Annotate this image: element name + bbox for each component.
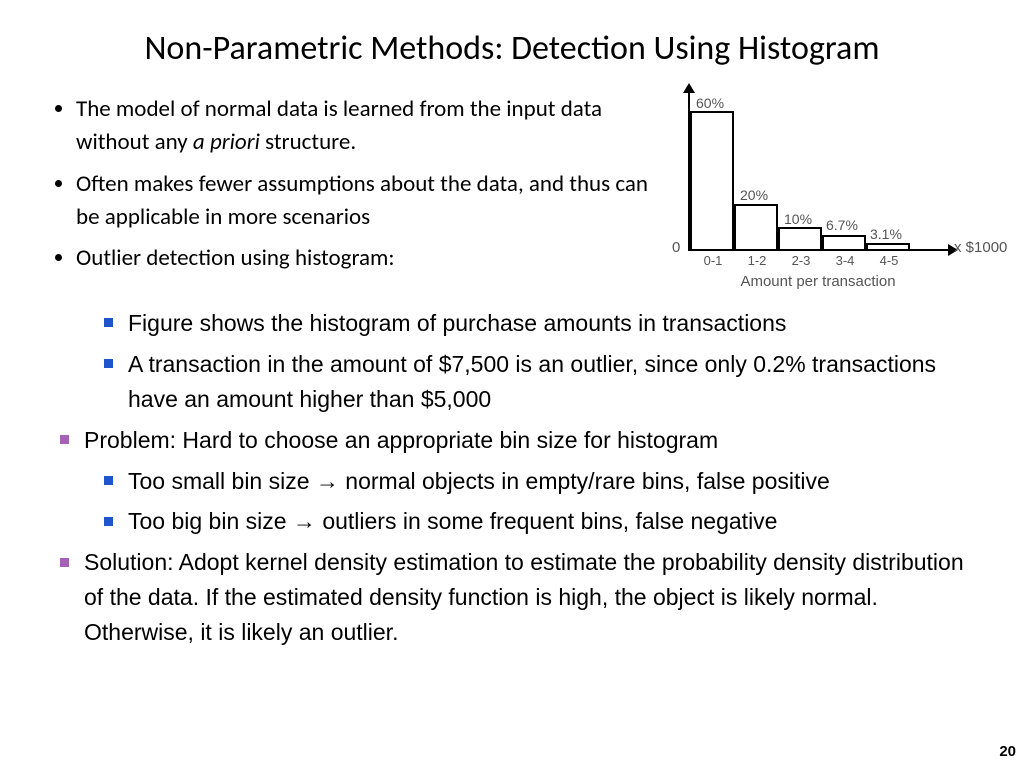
bullet-model-italic: a priori — [193, 128, 260, 156]
slide: Non-Parametric Methods: Detection Using … — [0, 0, 1024, 768]
histogram-chart: 0 x $1000 60% 0-1 20% 1-2 10% 2-3 6.7% 3… — [658, 83, 976, 283]
bar-label-3-4: 6.7% — [826, 217, 858, 233]
solution-kde: Solution: Adopt kernel density estimatio… — [58, 545, 976, 650]
slide-title: Non-Parametric Methods: Detection Using … — [48, 28, 976, 69]
bar-4-5 — [866, 243, 910, 251]
cat-1-2: 1-2 — [740, 253, 774, 268]
sub-outlier-example: A transaction in the amount of $7,500 is… — [102, 347, 976, 417]
cat-3-4: 3-4 — [828, 253, 862, 268]
problem-too-big: Too big bin size → outliers in some freq… — [102, 504, 976, 539]
problem-bin-size: Problem: Hard to choose an appropriate b… — [58, 423, 976, 458]
bar-label-2-3: 10% — [784, 211, 812, 227]
problem-too-small: Too small bin size → normal objects in e… — [102, 464, 976, 499]
bar-3-4 — [822, 235, 866, 251]
bar-2-3 — [778, 227, 822, 251]
bar-0-1 — [690, 111, 734, 251]
top-row: The model of normal data is learned from… — [48, 93, 976, 284]
bullet-model: The model of normal data is learned from… — [76, 93, 652, 160]
y-zero-label: 0 — [672, 239, 680, 256]
bar-1-2 — [734, 204, 778, 251]
y-axis-arrow-icon — [683, 83, 695, 93]
x-unit-label: x $1000 — [954, 239, 1007, 256]
sub-figure-shows: Figure shows the histogram of purchase a… — [102, 306, 976, 341]
cat-2-3: 2-3 — [784, 253, 818, 268]
page-number: 20 — [999, 743, 1016, 760]
bullet-assumptions: Often makes fewer assumptions about the … — [76, 168, 652, 235]
body-bullets: Figure shows the histogram of purchase a… — [48, 306, 976, 651]
top-bullets: The model of normal data is learned from… — [48, 93, 658, 284]
chart-xlabel: Amount per transaction — [718, 273, 918, 290]
bullet-outlier-hist: Outlier detection using histogram: — [76, 242, 652, 275]
bar-label-4-5: 3.1% — [870, 226, 902, 242]
cat-4-5: 4-5 — [872, 253, 906, 268]
bullet-model-b: structure. — [260, 128, 356, 156]
cat-0-1: 0-1 — [696, 253, 730, 268]
bar-label-0-1: 60% — [696, 95, 724, 111]
bar-label-1-2: 20% — [740, 187, 768, 203]
